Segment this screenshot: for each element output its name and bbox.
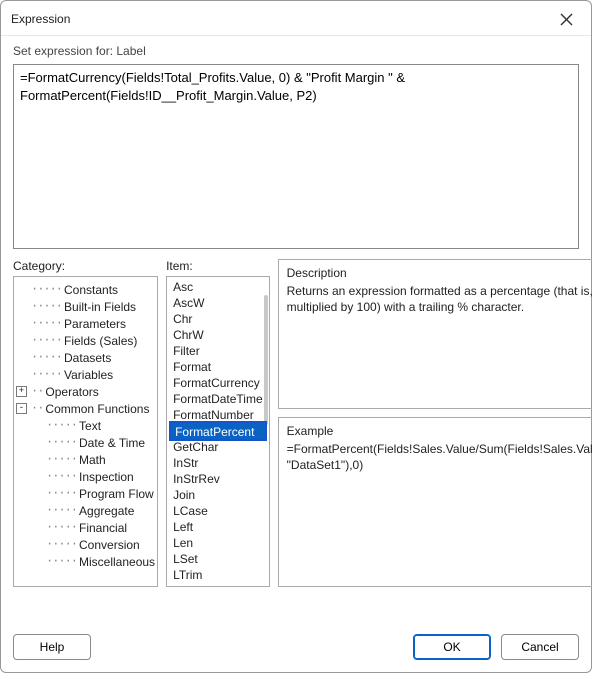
expand-icon[interactable]: + (16, 386, 27, 397)
tree-branch-icon: ·· (31, 401, 43, 415)
tree-branch-icon: ····· (31, 333, 62, 347)
description-column: Description Returns an expression format… (278, 259, 592, 587)
tree-item-label: Aggregate (79, 504, 134, 518)
list-item[interactable]: FormatCurrency (167, 375, 269, 391)
lower-panels: Category: ·····Constants·····Built-in Fi… (13, 259, 579, 587)
category-tree[interactable]: ·····Constants·····Built-in Fields·····P… (13, 276, 158, 587)
list-item[interactable]: Filter (167, 343, 269, 359)
tree-item-expandable[interactable]: -··Common Functions (16, 400, 155, 417)
close-icon (560, 13, 573, 26)
tree-item[interactable]: ·····Program Flow (16, 485, 155, 502)
tree-item-label: Operators (45, 385, 98, 399)
tree-item-label: Math (79, 453, 106, 467)
tree-item[interactable]: ·····Variables (16, 366, 155, 383)
tree-branch-icon: ····· (46, 435, 77, 449)
help-button[interactable]: Help (13, 634, 91, 660)
tree-item[interactable]: ·····Datasets (16, 349, 155, 366)
tree-item-label: Miscellaneous (79, 555, 155, 569)
tree-branch-icon: ····· (31, 282, 62, 296)
item-label: Item: (166, 259, 270, 273)
tree-branch-icon: ····· (31, 316, 62, 330)
example-title: Example (287, 424, 592, 438)
dialog-title: Expression (11, 12, 70, 26)
tree-item[interactable]: ·····Text (16, 417, 155, 434)
tree-item-label: Constants (64, 283, 118, 297)
tree-branch-icon: ····· (31, 367, 62, 381)
list-item[interactable]: Chr (167, 311, 269, 327)
tree-branch-icon: ····· (46, 554, 77, 568)
tree-branch-icon: ····· (46, 418, 77, 432)
expression-input[interactable] (13, 64, 579, 249)
list-item[interactable]: ChrW (167, 327, 269, 343)
list-item[interactable]: InStrRev (167, 471, 269, 487)
tree-item-label: Common Functions (45, 402, 149, 416)
scrollbar-thumb[interactable] (264, 295, 268, 425)
list-item[interactable]: Left (167, 519, 269, 535)
list-item-selected[interactable]: FormatPercent (169, 421, 267, 441)
tree-item[interactable]: ·····Date & Time (16, 434, 155, 451)
tree-item[interactable]: ·····Inspection (16, 468, 155, 485)
cancel-button[interactable]: Cancel (501, 634, 579, 660)
example-text: =FormatPercent(Fields!Sales.Value/Sum(Fi… (287, 442, 592, 473)
tree-item[interactable]: ·····Math (16, 451, 155, 468)
list-item[interactable]: Asc (167, 279, 269, 295)
tree-branch-icon: ····· (46, 486, 77, 500)
example-box: Example =FormatPercent(Fields!Sales.Valu… (278, 417, 592, 587)
tree-item-label: Inspection (79, 470, 134, 484)
tree-branch-icon: ····· (31, 299, 62, 313)
tree-branch-icon: ····· (46, 469, 77, 483)
list-item[interactable]: Mid (167, 583, 269, 587)
tree-item[interactable]: ·····Financial (16, 519, 155, 536)
tree-item[interactable]: ·····Fields (Sales) (16, 332, 155, 349)
tree-branch-icon: ····· (46, 537, 77, 551)
tree-item[interactable]: ·····Built-in Fields (16, 298, 155, 315)
tree-item-label: Date & Time (79, 436, 145, 450)
tree-item-label: Financial (79, 521, 127, 535)
description-box: Description Returns an expression format… (278, 259, 592, 409)
ok-button[interactable]: OK (413, 634, 491, 660)
tree-item-label: Parameters (64, 317, 126, 331)
list-item[interactable]: Len (167, 535, 269, 551)
list-item[interactable]: LTrim (167, 567, 269, 583)
list-item[interactable]: Format (167, 359, 269, 375)
tree-item[interactable]: ·····Constants (16, 281, 155, 298)
dialog-content: Set expression for: Label Category: ····… (1, 36, 591, 624)
close-button[interactable] (551, 7, 581, 31)
expression-dialog: Expression Set expression for: Label Cat… (0, 0, 592, 673)
tree-item[interactable]: ·····Miscellaneous (16, 553, 155, 570)
tree-item-label: Conversion (79, 538, 140, 552)
collapse-icon[interactable]: - (16, 403, 27, 414)
tree-item-label: Built-in Fields (64, 300, 136, 314)
list-item[interactable]: GetChar (167, 439, 269, 455)
tree-item-expandable[interactable]: + ··Operators (16, 383, 155, 400)
button-row: Help OK Cancel (1, 624, 591, 672)
tree-item-label: Text (79, 419, 101, 433)
category-label: Category: (13, 259, 158, 273)
list-item[interactable]: LCase (167, 503, 269, 519)
description-text: Returns an expression formatted as a per… (287, 284, 592, 315)
tree-item-label: Datasets (64, 351, 111, 365)
tree-item-label: Variables (64, 368, 113, 382)
category-column: Category: ·····Constants·····Built-in Fi… (13, 259, 158, 587)
set-expression-for-label: Set expression for: Label (13, 44, 579, 58)
tree-item[interactable]: ·····Parameters (16, 315, 155, 332)
tree-branch-icon: ····· (46, 503, 77, 517)
tree-item-label: Program Flow (79, 487, 154, 501)
tree-item[interactable]: ·····Conversion (16, 536, 155, 553)
list-item[interactable]: InStr (167, 455, 269, 471)
tree-item-label: Fields (Sales) (64, 334, 137, 348)
titlebar: Expression (1, 1, 591, 36)
item-column: Item: AscAscWChrChrWFilterFormatFormatCu… (166, 259, 270, 587)
list-item[interactable]: AscW (167, 295, 269, 311)
list-item[interactable]: LSet (167, 551, 269, 567)
tree-item[interactable]: ·····Aggregate (16, 502, 155, 519)
tree-branch-icon: ····· (46, 520, 77, 534)
item-list[interactable]: AscAscWChrChrWFilterFormatFormatCurrency… (166, 276, 270, 587)
tree-branch-icon: ·· (31, 384, 43, 398)
list-item[interactable]: FormatDateTime (167, 391, 269, 407)
list-item[interactable]: Join (167, 487, 269, 503)
description-title: Description (287, 266, 592, 280)
tree-branch-icon: ····· (31, 350, 62, 364)
tree-branch-icon: ····· (46, 452, 77, 466)
